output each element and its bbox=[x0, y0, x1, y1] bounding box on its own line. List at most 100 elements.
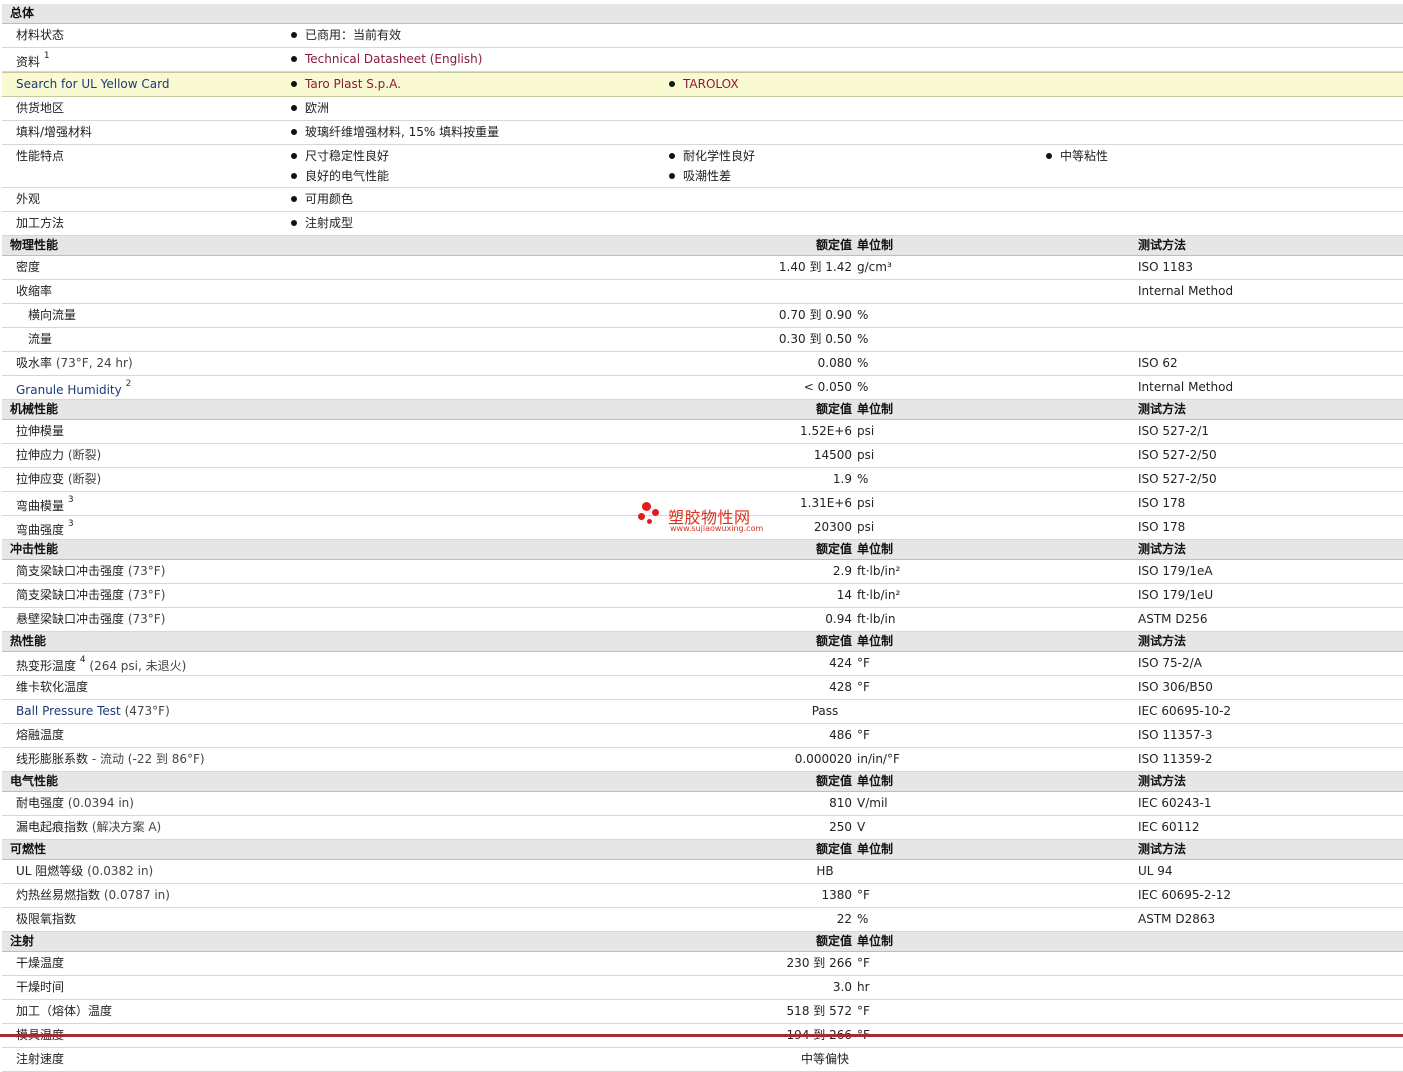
nominal-header: 额定值 bbox=[815, 842, 852, 856]
property-row: 悬壁梁缺口冲击强度 (73°F) 0.94 ft·lb/in ASTM D256 bbox=[2, 608, 1403, 632]
test-method: ISO 11357-3 bbox=[1138, 728, 1213, 742]
test-method: ASTM D2863 bbox=[1138, 912, 1216, 926]
property-value: 2.9 bbox=[832, 564, 852, 578]
property-label: 弯曲强度 3 bbox=[16, 519, 74, 537]
nominal-header: 额定值 bbox=[815, 774, 852, 788]
property-label: 维卡软化温度 bbox=[16, 680, 89, 694]
row-region: 供货地区 欧洲 bbox=[2, 97, 1403, 121]
property-unit: ft·lb/in bbox=[857, 612, 896, 626]
unit-header: 单位制 bbox=[857, 842, 894, 856]
property-unit: % bbox=[857, 380, 869, 394]
row-label: 外观 bbox=[16, 192, 41, 206]
property-value: 0.080 bbox=[817, 356, 852, 370]
test-method: ISO 11359-2 bbox=[1138, 752, 1213, 766]
property-value: 20300 bbox=[813, 520, 852, 534]
property-value: 424 bbox=[829, 656, 852, 670]
property-unit: % bbox=[857, 332, 869, 346]
bullet-item: 玻璃纤维增强材料, 15% 填料按重量 bbox=[291, 122, 499, 142]
bullet-item: 良好的电气性能 bbox=[291, 166, 389, 186]
property-label: 灼热丝易燃指数 (0.0787 in) bbox=[16, 888, 170, 902]
row-label: 资料 1 bbox=[16, 51, 50, 69]
row-appearance: 外观 可用颜色 bbox=[2, 188, 1403, 212]
property-label: 耐电强度 (0.0394 in) bbox=[16, 796, 134, 810]
test-method: ISO 306/B50 bbox=[1138, 680, 1213, 694]
property-value: 1.52E+6 bbox=[800, 424, 852, 438]
unit-header: 单位制 bbox=[857, 542, 894, 556]
bullet-item: 中等粘性 bbox=[1046, 146, 1108, 166]
property-label: 流量 bbox=[28, 332, 53, 346]
property-unit: °F bbox=[857, 680, 870, 694]
row-material-status: 材料状态 已商用：当前有效 bbox=[2, 24, 1403, 48]
property-unit: % bbox=[857, 308, 869, 322]
bullet-icon bbox=[291, 173, 297, 179]
property-label: Ball Pressure Test (473°F) bbox=[16, 704, 170, 718]
property-value: 1.9 bbox=[832, 472, 852, 486]
property-value: 3.0 bbox=[832, 980, 852, 994]
bullet-icon bbox=[291, 129, 297, 135]
bullet-item: 耐化学性良好 bbox=[669, 146, 755, 166]
property-value: 14500 bbox=[813, 448, 852, 462]
test-method: ISO 179/1eA bbox=[1138, 564, 1213, 578]
test-header: 测试方法 bbox=[1138, 542, 1187, 556]
supplier-link[interactable]: Taro Plast S.p.A. bbox=[305, 77, 401, 91]
row-documents: 资料 1 Technical Datasheet (English) bbox=[2, 48, 1403, 72]
nominal-header: 额定值 bbox=[815, 238, 852, 252]
test-method: ISO 178 bbox=[1138, 520, 1186, 534]
property-value: 250 bbox=[829, 820, 852, 834]
bullet-item: 欧洲 bbox=[291, 98, 329, 118]
section-impact: 冲击性能 额定值 单位制 测试方法 bbox=[2, 540, 1403, 560]
property-label: 干燥时间 bbox=[16, 980, 65, 994]
bullet-icon bbox=[291, 220, 297, 226]
property-label: 极限氧指数 bbox=[16, 912, 77, 926]
property-row: 漏电起痕指数 (解决方案 A) 250 V IEC 60112 bbox=[2, 816, 1403, 840]
brand-link[interactable]: TAROLOX bbox=[683, 77, 739, 91]
property-unit: psi bbox=[857, 496, 875, 510]
row-ul-yellow-card: Search for UL Yellow Card Taro Plast S.p… bbox=[2, 72, 1403, 97]
property-row: 热变形温度 4 (264 psi, 未退火) 424 °F ISO 75-2/A bbox=[2, 652, 1403, 676]
section-thermal: 热性能 额定值 单位制 测试方法 bbox=[2, 632, 1403, 652]
property-label: 密度 bbox=[16, 260, 41, 274]
property-unit: hr bbox=[857, 980, 870, 994]
unit-header: 单位制 bbox=[857, 634, 894, 648]
bullet-icon bbox=[669, 173, 675, 179]
test-header: 测试方法 bbox=[1138, 238, 1187, 252]
property-label: 简支梁缺口冲击强度 (73°F) bbox=[16, 564, 166, 578]
test-header: 测试方法 bbox=[1138, 842, 1187, 856]
row-features: 性能特点 尺寸稳定性良好 耐化学性良好 中等粘性 良好的电气性能 吸潮性差 bbox=[2, 145, 1403, 188]
datasheet-link[interactable]: Technical Datasheet (English) bbox=[305, 52, 482, 66]
test-method: IEC 60243-1 bbox=[1138, 796, 1212, 810]
property-unit: % bbox=[857, 356, 869, 370]
property-unit: psi bbox=[857, 448, 875, 462]
datasheet: 总体 材料状态 已商用：当前有效 资料 1 Technical Datashee… bbox=[2, 4, 1403, 1072]
property-label: 悬壁梁缺口冲击强度 (73°F) bbox=[16, 612, 166, 626]
test-header: 测试方法 bbox=[1138, 774, 1187, 788]
row-label: 填料/增强材料 bbox=[16, 125, 93, 139]
test-method: Internal Method bbox=[1138, 380, 1234, 394]
bullet-item: 已商用：当前有效 bbox=[291, 25, 401, 45]
section-flammability: 可燃性 额定值 单位制 测试方法 bbox=[2, 840, 1403, 860]
logo-dots-icon bbox=[636, 500, 666, 530]
property-value: 1.40 到 1.42 bbox=[778, 260, 852, 274]
property-value: 486 bbox=[829, 728, 852, 742]
watermark-url: www.sujiaowuxing.com bbox=[670, 524, 764, 533]
bullet-item: 吸潮性差 bbox=[669, 166, 731, 186]
row-filler: 填料/增强材料 玻璃纤维增强材料, 15% 填料按重量 bbox=[2, 121, 1403, 145]
property-row: 简支梁缺口冲击强度 (73°F) 14 ft·lb/in² ISO 179/1e… bbox=[2, 584, 1403, 608]
property-label: 弯曲模量 3 bbox=[16, 495, 74, 513]
property-label: UL 阻燃等级 (0.0382 in) bbox=[16, 864, 154, 878]
property-unit: °F bbox=[857, 888, 870, 902]
property-row: 拉伸模量 1.52E+6 psi ISO 527-2/1 bbox=[2, 420, 1403, 444]
property-row: 拉伸应变 (断裂) 1.9 % ISO 527-2/50 bbox=[2, 468, 1403, 492]
property-unit: V/mil bbox=[857, 796, 888, 810]
section-title: 冲击性能 bbox=[10, 542, 59, 556]
property-row: Granule Humidity 2 < 0.050 % Internal Me… bbox=[2, 376, 1403, 400]
property-row: 拉伸应力 (断裂) 14500 psi ISO 527-2/50 bbox=[2, 444, 1403, 468]
property-unit: psi bbox=[857, 424, 875, 438]
property-row: 极限氧指数 22 % ASTM D2863 bbox=[2, 908, 1403, 932]
property-label: 熔融温度 bbox=[16, 728, 65, 742]
section-general: 总体 bbox=[2, 4, 1403, 24]
property-unit: psi bbox=[857, 520, 875, 534]
property-unit: °F bbox=[857, 728, 870, 742]
bullet-icon bbox=[291, 153, 297, 159]
property-value: 428 bbox=[829, 680, 852, 694]
